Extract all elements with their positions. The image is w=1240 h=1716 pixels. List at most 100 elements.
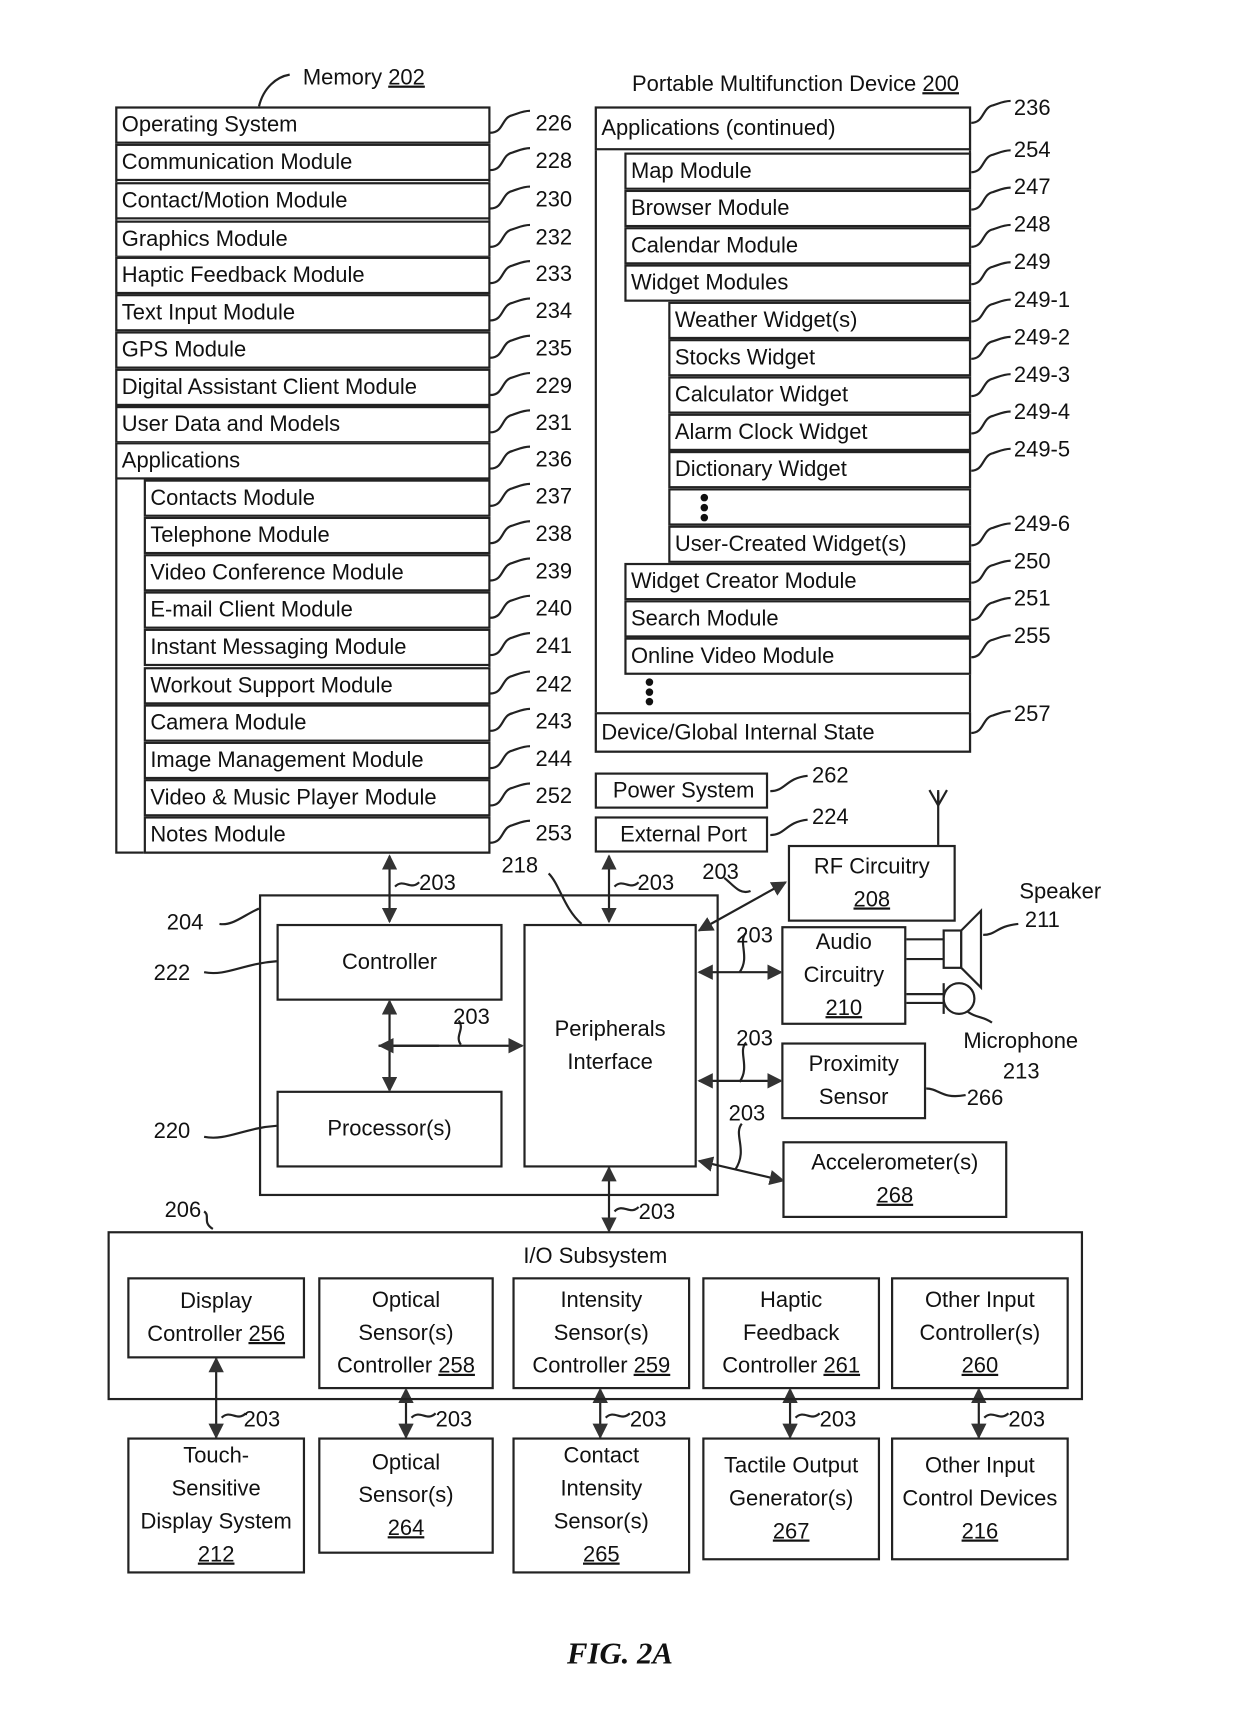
reference-number: 249-1 bbox=[1013, 288, 1071, 313]
reference-leader bbox=[970, 298, 1011, 323]
external-port-box: External Port bbox=[594, 816, 769, 853]
reference-leader bbox=[970, 261, 1011, 286]
memory-module-row: GPS Module bbox=[115, 331, 491, 369]
reference-number: 236 bbox=[535, 447, 573, 472]
device-label-line: Control Devices bbox=[902, 1486, 1058, 1511]
io-controller-box: Optical Sensor(s) Controller 258 bbox=[318, 1277, 494, 1390]
application-module-row: E-mail Client Module bbox=[143, 591, 491, 629]
device-module-row: Search Module bbox=[624, 600, 972, 638]
io-device-box: Optical Sensor(s) 264 bbox=[318, 1437, 494, 1554]
power-ref: 262 bbox=[812, 763, 849, 788]
reference-number: 249-6 bbox=[1013, 512, 1071, 537]
memory-module-row: Text Input Module bbox=[115, 294, 491, 332]
microphone-label: Microphone bbox=[963, 1029, 1079, 1054]
device-label-line: Sensitive bbox=[171, 1476, 261, 1502]
reference-leader bbox=[490, 371, 531, 397]
reference-number: 255 bbox=[1013, 624, 1051, 649]
reference-leader bbox=[490, 520, 531, 545]
row-label: Calculator Widget bbox=[674, 382, 849, 408]
reference-leader bbox=[970, 223, 1011, 248]
io-ref: 206 bbox=[164, 1198, 202, 1223]
memory-module-row: Applications bbox=[115, 442, 491, 480]
device-module-row: Online Video Module bbox=[624, 637, 972, 675]
device-ref: 212 bbox=[197, 1542, 235, 1567]
device-ref: 264 bbox=[387, 1516, 425, 1541]
row-label: E-mail Client Module bbox=[150, 598, 353, 623]
reference-number: 249-4 bbox=[1013, 400, 1071, 425]
row-label: Contact/Motion Module bbox=[121, 188, 348, 213]
application-module-row: Notes Module bbox=[143, 816, 491, 854]
row-label: Haptic Feedback Module bbox=[121, 263, 365, 288]
processor-ref: 220 bbox=[153, 1119, 191, 1144]
port-ref: 224 bbox=[812, 805, 849, 830]
bus-ref: 203 bbox=[637, 871, 675, 896]
reference-number: 235 bbox=[535, 336, 573, 362]
device-module-row: Widget Creator Module bbox=[624, 562, 972, 601]
reference-number: 241 bbox=[535, 634, 573, 659]
row-label: Contacts Module bbox=[150, 486, 316, 511]
bus-ref: 203 bbox=[629, 1407, 667, 1432]
reference-number: 244 bbox=[535, 747, 573, 772]
memory-module-row: Contact/Motion Module bbox=[115, 182, 491, 220]
application-module-row: Video & Music Player Module bbox=[143, 779, 491, 817]
widget-row: Dictionary Widget bbox=[668, 450, 972, 489]
row-label: Calendar Module bbox=[630, 233, 799, 258]
row-label: Camera Module bbox=[150, 711, 307, 736]
bus-ref: 203 bbox=[736, 923, 773, 949]
io-device-box: Touch- Sensitive Display System 212 bbox=[127, 1437, 306, 1574]
device-label-line: Generator(s) bbox=[728, 1486, 854, 1511]
row-label: Image Management Module bbox=[150, 748, 424, 773]
controller-label-last: Controller 261 bbox=[722, 1350, 860, 1383]
device-ref: 267 bbox=[772, 1519, 810, 1544]
device-module-row: Calendar Module bbox=[624, 227, 972, 265]
reference-number: 250 bbox=[1013, 549, 1051, 574]
io-device-box: Other Input Control Devices 216 bbox=[891, 1437, 1069, 1561]
reference-leader bbox=[490, 594, 531, 619]
reference-leader bbox=[490, 632, 531, 657]
application-module-row: Image Management Module bbox=[143, 741, 491, 780]
controller-label-last: Controller 258 bbox=[337, 1350, 475, 1383]
row-label: Device/Global Internal State bbox=[601, 720, 875, 745]
widget-row: Alarm Clock Widget bbox=[668, 413, 972, 451]
bus-ref: 203 bbox=[702, 860, 739, 885]
row-label: User Data and Models bbox=[121, 412, 341, 437]
patent-figure: Memory 202 Operating System 226 Communicat… bbox=[0, 0, 1240, 1716]
reference-number: 236 bbox=[1013, 96, 1051, 121]
bus-ref: 203 bbox=[1008, 1407, 1046, 1432]
row-label: GPS Module bbox=[121, 337, 247, 363]
io-title: I/O Subsystem bbox=[523, 1244, 668, 1269]
widget-ellipsis-row bbox=[668, 488, 972, 526]
memory-module-row: Digital Assistant Client Module bbox=[115, 368, 491, 407]
reference-number: 237 bbox=[535, 485, 573, 510]
controller-word: Controller bbox=[147, 1322, 243, 1347]
row-label: Widget Creator Module bbox=[630, 569, 857, 594]
reference-leader bbox=[490, 445, 531, 470]
row-label: Communication Module bbox=[121, 150, 353, 175]
reference-number: 232 bbox=[535, 226, 573, 251]
reference-leader bbox=[490, 819, 531, 844]
row-label: Instant Messaging Module bbox=[150, 635, 407, 660]
rf-circuitry-box: RF Circuitry 208 bbox=[787, 844, 956, 922]
reference-number: 251 bbox=[1013, 587, 1051, 612]
controller-label-line: Intensity bbox=[560, 1288, 643, 1313]
device-module-row: Map Module bbox=[624, 152, 972, 190]
reference-leader bbox=[490, 482, 531, 507]
reference-number: 247 bbox=[1013, 175, 1051, 200]
controller-label-line: Optical bbox=[371, 1288, 441, 1313]
row-label: Telephone Module bbox=[150, 523, 330, 548]
reference-number: 254 bbox=[1013, 138, 1051, 163]
reference-leader bbox=[490, 147, 531, 172]
memory-module-row: Communication Module bbox=[115, 143, 491, 182]
microphone-ref: 213 bbox=[1002, 1059, 1040, 1085]
reference-leader bbox=[490, 782, 531, 807]
memory-module-row: Graphics Module bbox=[115, 220, 491, 258]
controller-label-line: Controller(s) bbox=[919, 1321, 1041, 1346]
memory-module-row: User Data and Models bbox=[115, 406, 491, 444]
proximity-sensor-box: Proximity Sensor bbox=[781, 1042, 927, 1120]
row-label: Workout Support Module bbox=[150, 673, 393, 698]
reference-number: 233 bbox=[535, 262, 573, 287]
device-title: Portable Multifunction Device 200 bbox=[632, 72, 959, 97]
application-module-row: Telephone Module bbox=[143, 516, 491, 555]
reference-number: 226 bbox=[535, 111, 573, 137]
reference-number: 230 bbox=[535, 187, 573, 212]
